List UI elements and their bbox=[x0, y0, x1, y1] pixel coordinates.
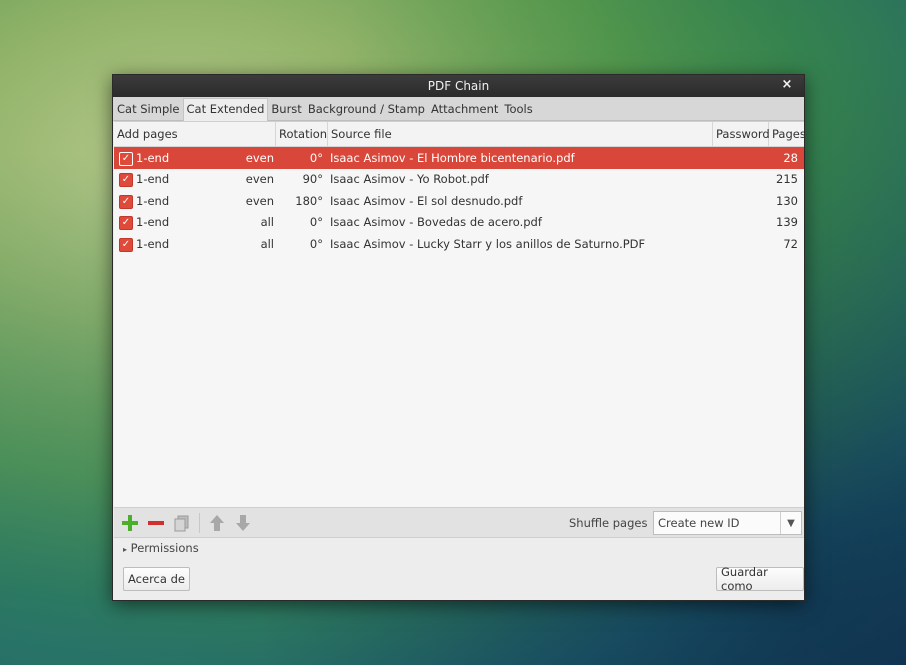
save-as-button[interactable]: Guardar como bbox=[716, 565, 804, 593]
column-header-password[interactable]: Password bbox=[713, 122, 770, 146]
row-source-file: Isaac Asimov - Yo Robot.pdf bbox=[330, 172, 489, 187]
checkbox-checked-icon[interactable]: ✓ bbox=[119, 151, 133, 166]
table-row[interactable]: ✓ 1-end all 0° Isaac Asimov - Lucky Star… bbox=[114, 233, 804, 255]
about-button[interactable]: Acerca de bbox=[123, 567, 190, 591]
file-list[interactable]: Add pages Rotation Source file Password … bbox=[114, 121, 806, 507]
row-pages: 139 bbox=[776, 215, 798, 230]
table-row[interactable]: ✓ 1-end even 0° Isaac Asimov - El Hombre… bbox=[114, 147, 804, 169]
row-range[interactable]: 1-end bbox=[136, 194, 226, 208]
row-checkbox[interactable]: ✓ bbox=[114, 214, 136, 231]
permissions-expander[interactable]: ▸ Permissions bbox=[123, 541, 199, 555]
move-down-icon[interactable] bbox=[232, 512, 254, 534]
table-row[interactable]: ✓ 1-end even 90° Isaac Asimov - Yo Robot… bbox=[114, 169, 804, 191]
row-checkbox[interactable]: ✓ bbox=[114, 150, 136, 166]
row-pages: 28 bbox=[783, 150, 798, 165]
row-checkbox[interactable]: ✓ bbox=[114, 193, 136, 209]
checkbox-checked-icon[interactable]: ✓ bbox=[119, 216, 133, 231]
row-parity[interactable]: even bbox=[226, 194, 274, 208]
table-row[interactable]: ✓ 1-end all 0° Isaac Asimov - Bovedas de… bbox=[114, 212, 804, 234]
row-range[interactable]: 1-end bbox=[136, 172, 226, 186]
tab-attachment[interactable]: Attachment bbox=[428, 99, 501, 120]
tab-tools[interactable]: Tools bbox=[501, 99, 535, 120]
column-header-source-file[interactable]: Source file bbox=[328, 122, 713, 146]
remove-file-icon[interactable] bbox=[145, 512, 167, 534]
table-header: Add pages Rotation Source file Password … bbox=[114, 122, 806, 147]
tab-background-stamp[interactable]: Background / Stamp bbox=[305, 99, 428, 120]
row-range[interactable]: 1-end bbox=[136, 151, 226, 165]
list-toolbar: Shuffle pages Create new ID ▼ bbox=[114, 507, 804, 538]
row-range[interactable]: 1-end bbox=[136, 237, 226, 251]
checkbox-checked-icon[interactable]: ✓ bbox=[119, 237, 133, 252]
copy-file-icon[interactable] bbox=[171, 512, 193, 534]
row-parity[interactable]: even bbox=[226, 172, 274, 186]
close-icon[interactable]: × bbox=[780, 77, 794, 93]
row-source-file: Isaac Asimov - Lucky Starr y los anillos… bbox=[330, 236, 646, 251]
add-file-icon[interactable] bbox=[119, 512, 141, 534]
row-pages: 72 bbox=[783, 236, 798, 251]
tab-burst[interactable]: Burst bbox=[268, 99, 304, 120]
row-pages: 215 bbox=[776, 172, 798, 187]
table-row[interactable]: ✓ 1-end even 180° Isaac Asimov - El sol … bbox=[114, 190, 804, 212]
window-title: PDF Chain bbox=[427, 79, 490, 93]
checkbox-checked-icon[interactable]: ✓ bbox=[119, 173, 133, 188]
column-header-rotation[interactable]: Rotation bbox=[276, 122, 328, 146]
row-pages: 130 bbox=[776, 193, 798, 208]
dropdown-arrow-icon[interactable]: ▼ bbox=[780, 512, 801, 534]
document-id-combo[interactable]: Create new ID ▼ bbox=[653, 511, 802, 535]
column-header-add-pages[interactable]: Add pages bbox=[114, 122, 276, 146]
row-parity[interactable]: all bbox=[226, 215, 274, 229]
tab-cat-simple[interactable]: Cat Simple bbox=[114, 99, 183, 120]
row-checkbox[interactable]: ✓ bbox=[114, 171, 136, 188]
column-header-pages[interactable]: Pages bbox=[769, 122, 806, 146]
move-up-icon[interactable] bbox=[206, 512, 228, 534]
row-range[interactable]: 1-end bbox=[136, 215, 226, 229]
row-rotation[interactable]: 90° bbox=[274, 172, 326, 186]
row-checkbox[interactable]: ✓ bbox=[114, 236, 136, 252]
row-source-file: Isaac Asimov - El Hombre bicentenario.pd… bbox=[330, 150, 575, 165]
row-rotation[interactable]: 0° bbox=[274, 215, 326, 229]
window-titlebar[interactable]: PDF Chain × bbox=[113, 75, 804, 97]
row-source-file: Isaac Asimov - Bovedas de acero.pdf bbox=[330, 215, 542, 230]
document-id-value: Create new ID bbox=[658, 516, 740, 530]
row-rotation[interactable]: 180° bbox=[274, 194, 326, 208]
tab-bar: Cat Simple Cat Extended Burst Background… bbox=[113, 97, 804, 121]
shuffle-pages-label: Shuffle pages bbox=[569, 516, 648, 530]
row-rotation[interactable]: 0° bbox=[274, 151, 326, 165]
table-body: ✓ 1-end even 0° Isaac Asimov - El Hombre… bbox=[114, 147, 804, 255]
row-parity[interactable]: even bbox=[226, 151, 274, 165]
pdf-chain-window: PDF Chain × Cat Simple Cat Extended Burs… bbox=[112, 74, 806, 601]
expander-arrow-icon[interactable]: ▸ bbox=[123, 545, 127, 554]
row-parity[interactable]: all bbox=[226, 237, 274, 251]
row-source-file: Isaac Asimov - El sol desnudo.pdf bbox=[330, 193, 523, 208]
permissions-label[interactable]: Permissions bbox=[131, 541, 199, 555]
row-rotation[interactable]: 0° bbox=[274, 237, 326, 251]
checkbox-checked-icon[interactable]: ✓ bbox=[119, 194, 133, 209]
toolbar-separator bbox=[199, 512, 200, 533]
tab-cat-extended[interactable]: Cat Extended bbox=[182, 98, 269, 121]
